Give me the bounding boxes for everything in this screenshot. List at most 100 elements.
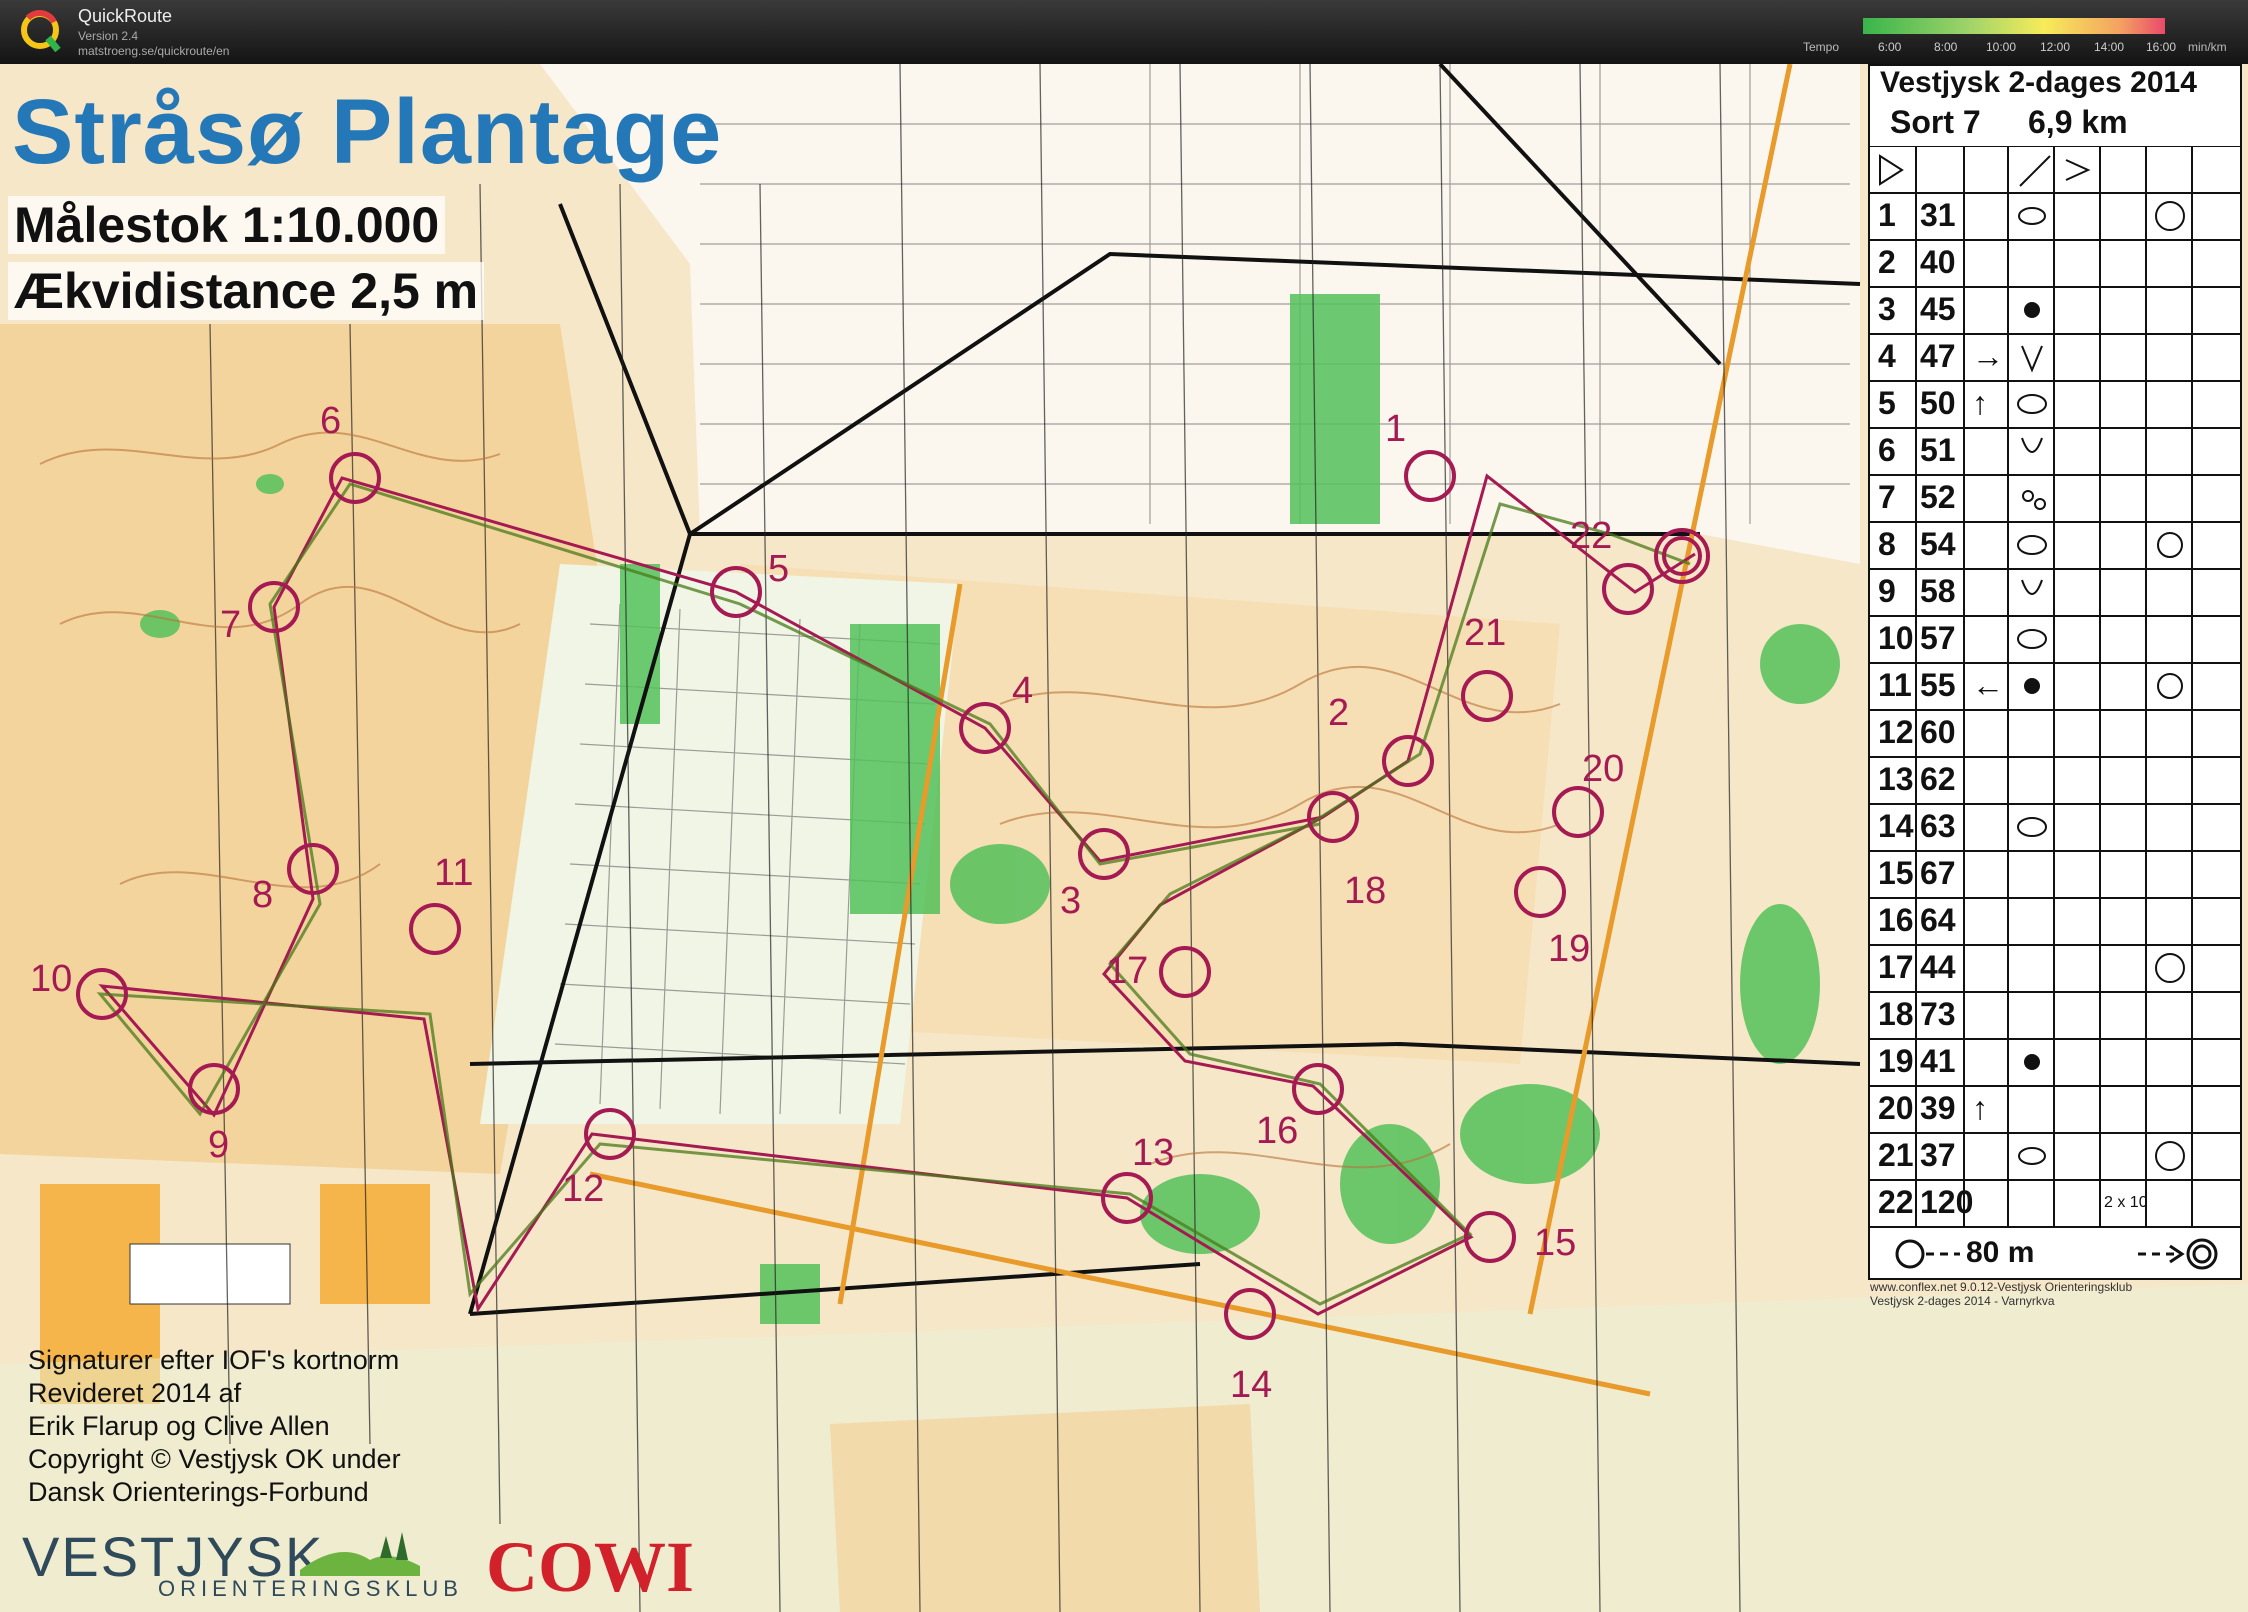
row-number: 18 (1878, 996, 1914, 1032)
row-code: 63 (1920, 808, 1956, 844)
row-extra: 2 x 10 (2104, 1194, 2148, 1211)
row-number: 7 (1878, 479, 1896, 515)
row-direction: ← (1972, 667, 2004, 703)
row-number: 6 (1878, 432, 1896, 468)
control-label: 16 (1256, 1110, 1299, 1152)
row-code: 67 (1920, 855, 1956, 891)
credit-line: Copyright © Vestjysk OK under (28, 1444, 401, 1474)
row-code: 44 (1920, 949, 1956, 985)
row-number: 12 (1878, 714, 1914, 750)
row-code: 60 (1920, 714, 1956, 750)
row-code: 40 (1920, 244, 1956, 280)
control-label: 10 (30, 958, 73, 1000)
row-code: 120 (1920, 1184, 1974, 1220)
row-number: 13 (1878, 761, 1914, 797)
control-label: 15 (1534, 1222, 1577, 1264)
control-label: 6 (320, 400, 342, 442)
row-number: 15 (1878, 855, 1914, 891)
credit-line: Dansk Orienterings-Forbund (28, 1477, 369, 1507)
row-number: 19 (1878, 1043, 1914, 1079)
control-label: 13 (1132, 1132, 1175, 1174)
row-code: 31 (1920, 197, 1956, 233)
row-number: 3 (1878, 291, 1896, 327)
forest-area (540, 64, 1860, 564)
print-note: www.conflex.net 9.0.12-Vestjysk Orienter… (1870, 1280, 2132, 1308)
app-name: QuickRoute (78, 6, 173, 26)
row-number: 5 (1878, 385, 1896, 421)
row-number: 11 (1878, 667, 1912, 703)
map-credits: Signaturer efter IOF's kortnorm Revidere… (28, 1344, 401, 1509)
control-label: 1 (1385, 408, 1407, 450)
row-code: 73 (1920, 996, 1956, 1032)
control-label: 3 (1060, 880, 1082, 922)
print-note-line: www.conflex.net 9.0.12-Vestjysk Orienter… (1870, 1280, 2133, 1294)
row-number: 14 (1878, 808, 1914, 844)
row-number: 1 (1878, 197, 1896, 233)
row-number: 8 (1878, 526, 1896, 562)
row-number: 16 (1878, 902, 1914, 938)
tempo-label: Tempo (1803, 40, 1840, 54)
control-label: 8 (252, 874, 274, 916)
tempo-tick: 16:00 (2146, 40, 2177, 54)
row-code: 64 (1920, 902, 1956, 938)
row-code: 58 (1920, 573, 1956, 609)
club-logo-sub: ORIENTERINGSKLUB (158, 1576, 463, 1601)
app-header: QuickRoute Version 2.4 matstroeng.se/qui… (0, 0, 2248, 64)
control-label: 7 (220, 604, 242, 646)
app-version: Version 2.4 (78, 29, 139, 43)
row-number: 2 (1878, 244, 1896, 280)
control-label: 22 (1570, 515, 1613, 557)
control-label: 5 (768, 548, 790, 590)
row-code: 62 (1920, 761, 1956, 797)
control-label: 12 (562, 1168, 605, 1210)
row-number: 20 (1878, 1090, 1914, 1126)
tempo-tick: 8:00 (1934, 40, 1958, 54)
map-title: Stråsø Plantage (12, 81, 723, 183)
credit-line: Signaturer efter IOF's kortnorm (28, 1345, 400, 1375)
sponsor-logo: COWI (486, 1527, 695, 1607)
control-label: 14 (1230, 1364, 1273, 1406)
course-class: Sort 7 (1890, 104, 1981, 140)
tempo-unit: min/km (2188, 40, 2227, 54)
row-number: 21 (1878, 1137, 1914, 1173)
control-label: 17 (1106, 950, 1149, 992)
app-url[interactable]: matstroeng.se/quickroute/en (78, 44, 229, 58)
row-number: 4 (1878, 338, 1896, 374)
control-label: 18 (1344, 870, 1387, 912)
map-scale: Målestok 1:10.000 (8, 196, 446, 254)
club-logo-icon (300, 1532, 420, 1576)
control-label: 21 (1464, 612, 1507, 654)
event-name: Vestjysk 2-dages 2014 (1880, 66, 2197, 99)
row-number: 9 (1878, 573, 1896, 609)
row-code: 39 (1920, 1090, 1956, 1126)
row-code: 50 (1920, 385, 1956, 421)
course-length: 6,9 km (2028, 104, 2128, 140)
row-number: 17 (1878, 949, 1914, 985)
finish-arrow-icon (1895, 1238, 2218, 1270)
control-label: 20 (1582, 748, 1625, 790)
control-label: 9 (208, 1124, 230, 1166)
tempo-tick: 12:00 (2040, 40, 2071, 54)
print-note-line: Vestjysk 2-dages 2014 - Varnyrkva (1870, 1294, 2055, 1308)
credit-line: Erik Flarup og Clive Allen (28, 1411, 330, 1441)
row-code: 55 (1920, 667, 1956, 703)
tempo-tick: 14:00 (2094, 40, 2125, 54)
row-code: 57 (1920, 620, 1956, 656)
map-contour-interval: Ækvidistance 2,5 m (8, 262, 485, 320)
row-code: 54 (1920, 526, 1956, 562)
control-label: 4 (1012, 670, 1034, 712)
row-code: 37 (1920, 1137, 1956, 1173)
row-code: 41 (1920, 1043, 1956, 1079)
row-code: 52 (1920, 479, 1956, 515)
row-direction: → (1972, 338, 2004, 374)
row-code: 47 (1920, 338, 1956, 374)
row-number: 22 (1878, 1184, 1914, 1220)
control-label: 2 (1328, 692, 1350, 734)
control-label: 11 (434, 852, 474, 894)
row-code: 51 (1920, 432, 1956, 468)
tempo-color-scale (1863, 18, 2165, 34)
quickroute-logo-icon (21, 10, 61, 52)
row-direction: ↑ (1972, 385, 1988, 421)
control-label: 19 (1548, 928, 1591, 970)
credit-line: Revideret 2014 af (28, 1378, 242, 1408)
